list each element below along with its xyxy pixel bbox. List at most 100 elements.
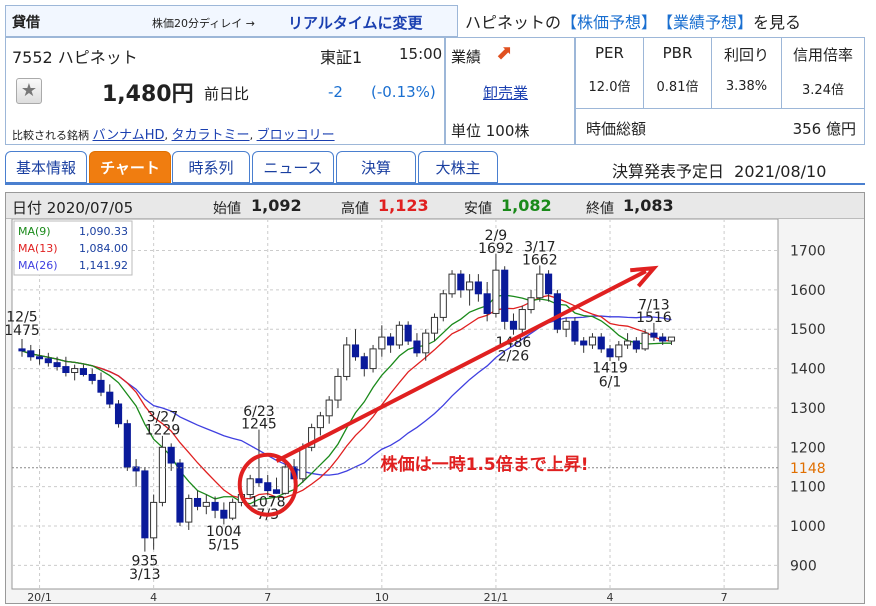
- y-tick-label: 1700: [790, 243, 826, 259]
- candle-body: [272, 489, 281, 494]
- legend-value: 1,090.33: [79, 225, 128, 238]
- peer-link[interactable]: バンナムHD: [93, 128, 165, 143]
- tab-earnings[interactable]: 決算: [336, 151, 416, 183]
- stock-forecast-link[interactable]: 【株価予想】: [561, 13, 657, 32]
- candle-body: [527, 297, 535, 311]
- metric-header: 信用倍率: [792, 46, 853, 64]
- tab-basic-info[interactable]: 基本情報: [5, 151, 87, 183]
- candle-body: [553, 293, 561, 330]
- earnings-trend-icon: ⬈: [496, 40, 513, 64]
- market-cap-row: 時価総額 356 億円: [576, 108, 864, 145]
- candle-body: [62, 366, 70, 374]
- candle-body: [536, 273, 544, 299]
- stock-info: 7552 ハピネット 東証1 15:00 ★ 1,480円 前日比 -2 (-0…: [5, 37, 445, 145]
- candle-body: [624, 340, 632, 346]
- candle-body: [641, 332, 649, 350]
- candle-body: [404, 324, 412, 342]
- y-tick-label: 1200: [790, 440, 826, 456]
- candle-body: [439, 293, 447, 318]
- current-price-label: 1148: [790, 461, 826, 477]
- candle-body: [299, 446, 307, 480]
- candle-body: [571, 320, 579, 342]
- candle-body: [123, 423, 131, 468]
- candle-body: [474, 281, 482, 295]
- price-annotation: 3/13: [129, 567, 160, 583]
- price-annotation: 1475: [6, 323, 40, 339]
- favorite-star-button[interactable]: ★: [16, 78, 42, 104]
- low-label: 安値: [464, 201, 492, 217]
- ohlc-date: 日付 2020/07/05: [12, 199, 134, 217]
- candle-body: [378, 336, 386, 350]
- candle-body: [97, 379, 105, 393]
- metric-pbr: PBR 0.81倍: [644, 38, 712, 108]
- candle-body: [281, 466, 289, 494]
- peer-stocks: 比較される銘柄 バンナムHD, タカラトミー, ブロッコリー: [12, 128, 335, 143]
- peer-link[interactable]: ブロッコリー: [257, 128, 335, 143]
- metric-per: PER 12.0倍: [576, 38, 644, 108]
- tab-chart[interactable]: チャート: [89, 151, 171, 183]
- price-chart[interactable]: 900 1000 1100 1200 1300 1400 1500 1600 1700 20/1 4…: [6, 219, 864, 603]
- candle-body: [53, 362, 61, 368]
- candle-body: [334, 375, 342, 401]
- candle-body: [606, 348, 614, 358]
- candle-body: [71, 368, 79, 374]
- candle-body: [35, 356, 44, 360]
- margin-badge: 貸借: [12, 15, 40, 31]
- x-tick-label: 7: [721, 591, 728, 603]
- market-cap-label: 時価総額: [586, 120, 647, 138]
- candle-body: [387, 336, 395, 346]
- metric-value: 12.0倍: [588, 80, 631, 95]
- metric-value: 3.24倍: [802, 83, 844, 98]
- peer-link[interactable]: タカラトミー: [172, 128, 250, 143]
- market-cap-value: 356 億円: [792, 120, 856, 138]
- delay-note: 株価20分ディレイ →: [152, 17, 255, 30]
- candle-body: [351, 344, 360, 358]
- candle-body: [255, 478, 263, 484]
- candle-body: [88, 373, 96, 381]
- candle-body: [141, 470, 149, 539]
- candle-body: [106, 391, 114, 405]
- open-value: 1,092: [251, 196, 302, 215]
- tab-time-series[interactable]: 時系列: [172, 151, 250, 183]
- candle-body: [176, 462, 184, 523]
- y-tick-label: 1400: [790, 362, 826, 378]
- legend-name: MA(9): [18, 225, 51, 238]
- y-tick-label: 1000: [790, 519, 826, 535]
- tab-news[interactable]: ニュース: [252, 151, 334, 183]
- price-annotation: 1692: [478, 241, 514, 257]
- realtime-link[interactable]: リアルタイムに変更: [288, 12, 423, 33]
- y-tick-label: 1300: [790, 401, 826, 417]
- earnings-label: 業績: [451, 48, 482, 66]
- x-tick-label: 4: [607, 591, 614, 603]
- candle-body: [466, 281, 474, 291]
- candle-body: [483, 293, 491, 314]
- metric-value: 0.81倍: [656, 80, 699, 95]
- candle-body: [509, 320, 518, 330]
- candle-body: [18, 348, 26, 352]
- change-label: 前日比: [204, 85, 250, 103]
- tab-major-shareholders[interactable]: 大株主: [418, 151, 498, 183]
- metric-header: PBR: [662, 44, 693, 62]
- price-annotation: 2/26: [498, 349, 530, 365]
- candle-body: [211, 501, 219, 511]
- candle-body: [220, 509, 228, 519]
- price-change-pct: (-0.13%): [371, 83, 436, 101]
- x-tick-label: 10: [375, 591, 389, 603]
- candle-body: [264, 482, 272, 492]
- ohlc-bar: 日付 2020/07/05 始値 1,092 高値 1,123 安値 1,082…: [6, 193, 864, 219]
- earnings-forecast-link[interactable]: 【業績予想】: [665, 13, 753, 32]
- candle-body: [150, 501, 158, 539]
- candle-body: [659, 336, 667, 342]
- sector-link[interactable]: 卸売業: [483, 82, 528, 103]
- price-annotation: 5/15: [208, 538, 239, 554]
- forecast-suffix: を見る: [753, 13, 802, 32]
- candle-body: [492, 269, 500, 314]
- x-tick-label: 4: [150, 591, 157, 603]
- candle-body: [545, 273, 553, 295]
- price-annotation: 1516: [636, 310, 672, 326]
- candle-body: [79, 368, 88, 375]
- candle-body: [27, 350, 35, 358]
- business-info: 業績 ⬈ 卸売業 単位 100株: [445, 37, 575, 145]
- y-tick-label: 1500: [790, 322, 826, 338]
- x-tick-label: 7: [264, 591, 271, 603]
